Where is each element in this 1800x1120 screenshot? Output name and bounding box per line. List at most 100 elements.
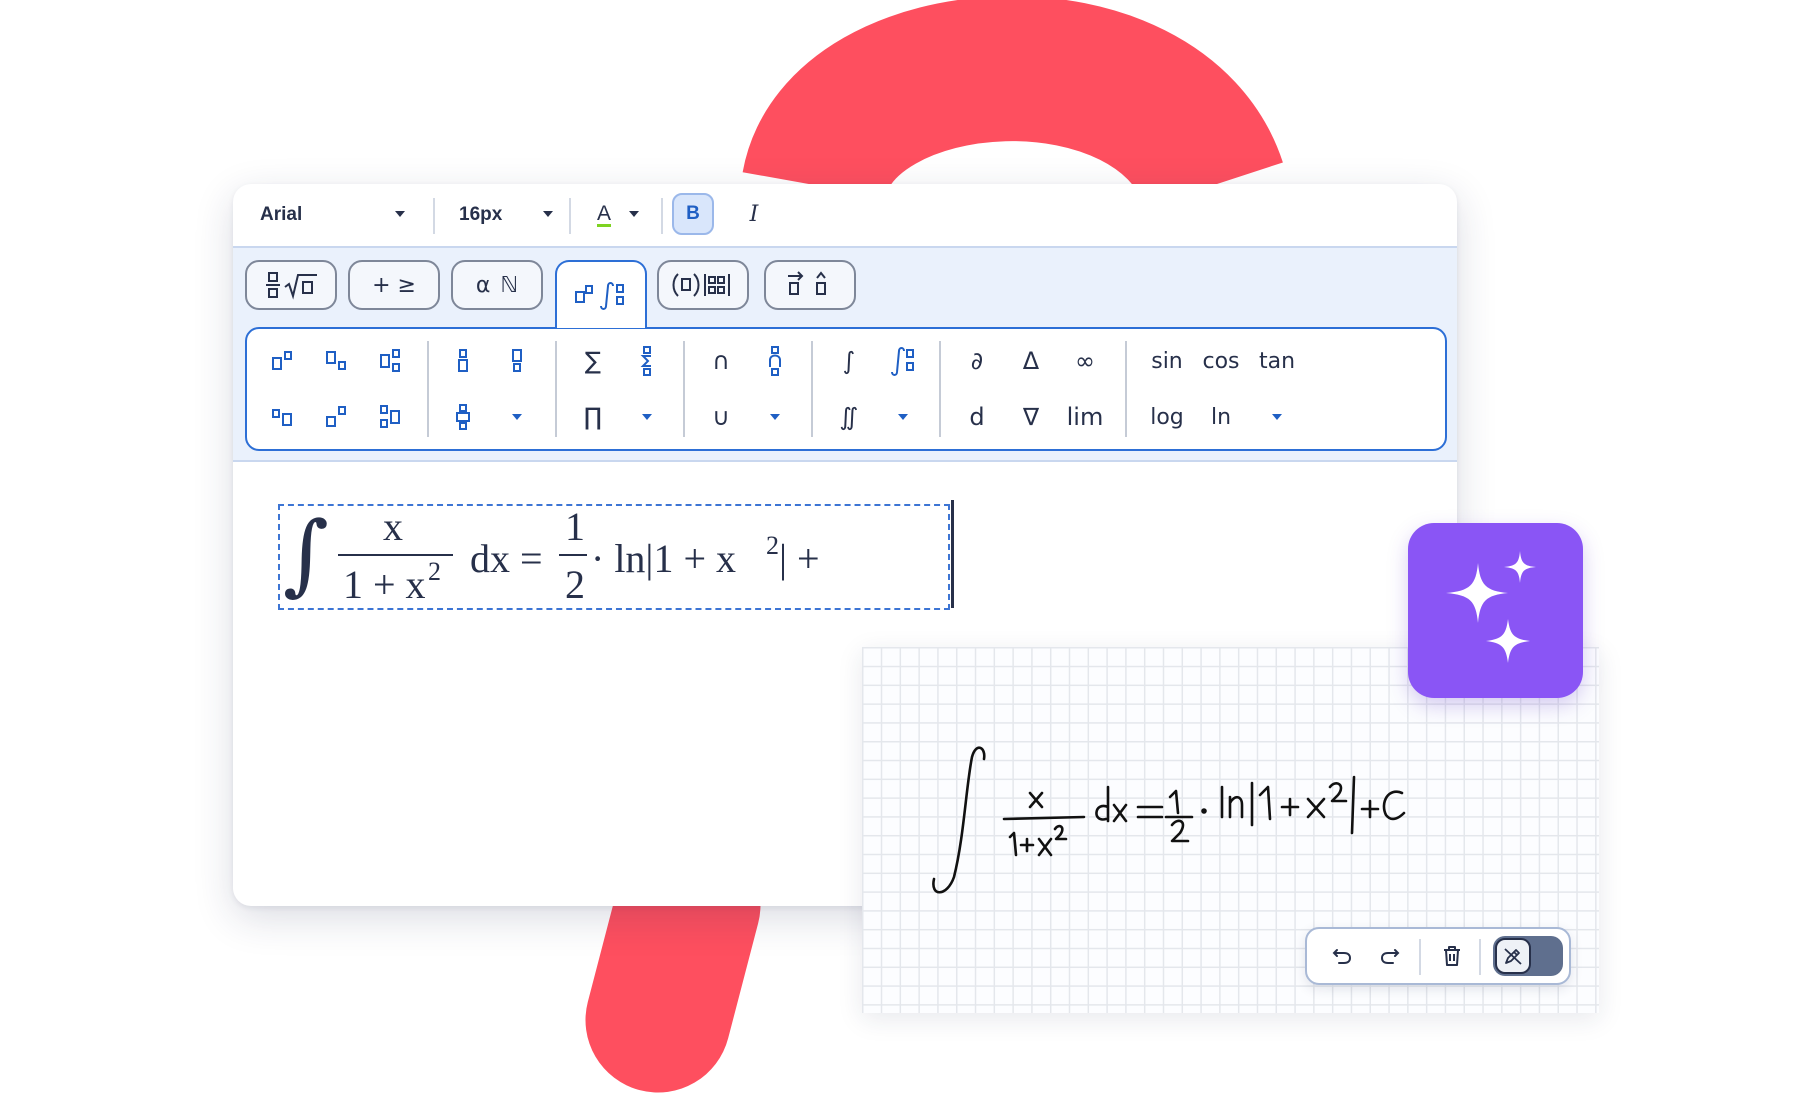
divider <box>811 341 813 437</box>
double-integral-button[interactable]: ∬ <box>829 397 869 437</box>
denominator-base: 1 + x <box>343 562 426 607</box>
tab-greek-sets[interactable]: αℕ <box>451 260 543 310</box>
pen-icon <box>1504 948 1522 965</box>
half-denominator: 2 <box>565 562 585 607</box>
over-underscript-button[interactable] <box>443 397 483 437</box>
over-underscript-icon <box>456 404 470 430</box>
trash-icon <box>1444 946 1460 966</box>
font-size-value: 16px <box>459 204 503 225</box>
sum-limits-icon <box>640 346 651 376</box>
overscript-icon <box>458 349 468 372</box>
superscript-button[interactable] <box>263 341 303 381</box>
pre-subscript-icon <box>272 409 292 426</box>
product-button[interactable]: ∏ <box>573 397 613 437</box>
half-numerator: 1 <box>565 504 585 549</box>
underscript-button[interactable] <box>497 341 537 381</box>
pen-mode-toggle[interactable] <box>1493 936 1563 976</box>
chevron-down-icon <box>629 211 639 217</box>
ai-sparkle-badge[interactable] <box>1408 523 1583 698</box>
integral-button[interactable]: ∫ <box>829 341 869 381</box>
tab-brackets-matrices[interactable] <box>657 260 749 310</box>
ln-expression: · ln|1 + x <box>591 536 736 581</box>
font-family-dropdown[interactable]: Arial <box>260 184 410 246</box>
nabla-button[interactable]: ∇ <box>1011 397 1051 437</box>
denominator-exponent: 2 <box>428 557 441 586</box>
delta-button[interactable]: Δ <box>1011 341 1051 381</box>
divider <box>427 341 429 437</box>
more-sums-dropdown[interactable] <box>627 397 667 437</box>
handwriting-canvas[interactable] <box>862 647 1599 1013</box>
log-button[interactable]: log <box>1137 397 1197 437</box>
tab-scripts-integrals[interactable] <box>555 260 647 328</box>
union-button[interactable]: ∪ <box>701 397 741 437</box>
underscript-icon <box>512 349 522 372</box>
divider <box>555 341 557 437</box>
more-integrals-dropdown[interactable] <box>883 397 923 437</box>
font-family-value: Arial <box>260 204 303 225</box>
integral-sign: ∫ <box>283 502 329 605</box>
ln-exponent: 2 <box>766 531 779 560</box>
pre-sub-superscript-button[interactable] <box>371 397 411 437</box>
text-cursor <box>951 500 954 608</box>
sum-button[interactable]: ∑ <box>573 341 613 381</box>
differential-button[interactable]: d <box>957 397 997 437</box>
bold-button[interactable]: B <box>672 193 714 235</box>
partial-button[interactable]: ∂ <box>957 341 997 381</box>
redo-icon <box>1380 949 1400 964</box>
intersection-limits-icon <box>769 346 781 376</box>
redo-button[interactable] <box>1375 941 1405 971</box>
undo-button[interactable] <box>1327 941 1357 971</box>
tab-accents[interactable] <box>764 260 856 310</box>
text-color-icon: A <box>597 201 612 227</box>
tab-operators[interactable]: + ≥ <box>348 260 440 310</box>
text-color-button[interactable]: A <box>597 184 647 246</box>
tan-button[interactable]: tan <box>1247 341 1307 381</box>
undo-icon <box>1332 949 1352 964</box>
intersection-button[interactable]: ∩ <box>701 341 741 381</box>
intersection-limits-button[interactable] <box>755 341 795 381</box>
chevron-down-icon <box>770 414 780 420</box>
overscript-button[interactable] <box>443 341 483 381</box>
divider <box>939 341 941 437</box>
sparkle-icon <box>1446 551 1536 663</box>
limit-button[interactable]: lim <box>1055 397 1115 437</box>
sum-limits-button[interactable] <box>627 341 667 381</box>
chevron-down-icon <box>898 414 908 420</box>
subscript-icon <box>326 351 346 370</box>
handwriting-toolbar <box>1305 927 1571 985</box>
ln-button[interactable]: ln <box>1191 397 1251 437</box>
vector-hat-icon <box>788 271 826 295</box>
chevron-down-icon <box>395 211 405 217</box>
alpha-label: α <box>475 272 491 298</box>
font-size-dropdown[interactable]: 16px <box>459 184 559 246</box>
brackets-matrix-icon <box>672 273 730 297</box>
divider <box>1125 341 1127 437</box>
divider <box>1479 939 1481 975</box>
divider <box>569 198 571 234</box>
italic-button[interactable]: I <box>736 193 772 235</box>
infinity-button[interactable]: ∞ <box>1065 341 1105 381</box>
divider <box>433 198 435 234</box>
more-functions-dropdown[interactable] <box>1257 397 1297 437</box>
scripts-integral-icon <box>575 282 624 310</box>
chevron-down-icon <box>512 414 522 420</box>
tab-fractions-roots[interactable] <box>245 260 337 310</box>
naturals-label: ℕ <box>500 272 519 298</box>
divider <box>1419 939 1421 975</box>
chevron-down-icon <box>543 211 553 217</box>
chevron-down-icon <box>1272 414 1282 420</box>
ln-tail: | + <box>779 536 820 581</box>
subscript-button[interactable] <box>317 341 357 381</box>
pre-superscript-button[interactable] <box>317 397 357 437</box>
numerator: x <box>383 504 403 549</box>
more-scripts-dropdown[interactable] <box>497 397 537 437</box>
divider <box>683 341 685 437</box>
integral-limits-button[interactable] <box>883 341 923 381</box>
clear-button[interactable] <box>1437 941 1467 971</box>
cos-button[interactable]: cos <box>1191 341 1251 381</box>
integral-limits-icon <box>891 347 914 376</box>
pre-subscript-button[interactable] <box>263 397 303 437</box>
sin-button[interactable]: sin <box>1137 341 1197 381</box>
sub-superscript-button[interactable] <box>371 341 411 381</box>
more-sets-dropdown[interactable] <box>755 397 795 437</box>
